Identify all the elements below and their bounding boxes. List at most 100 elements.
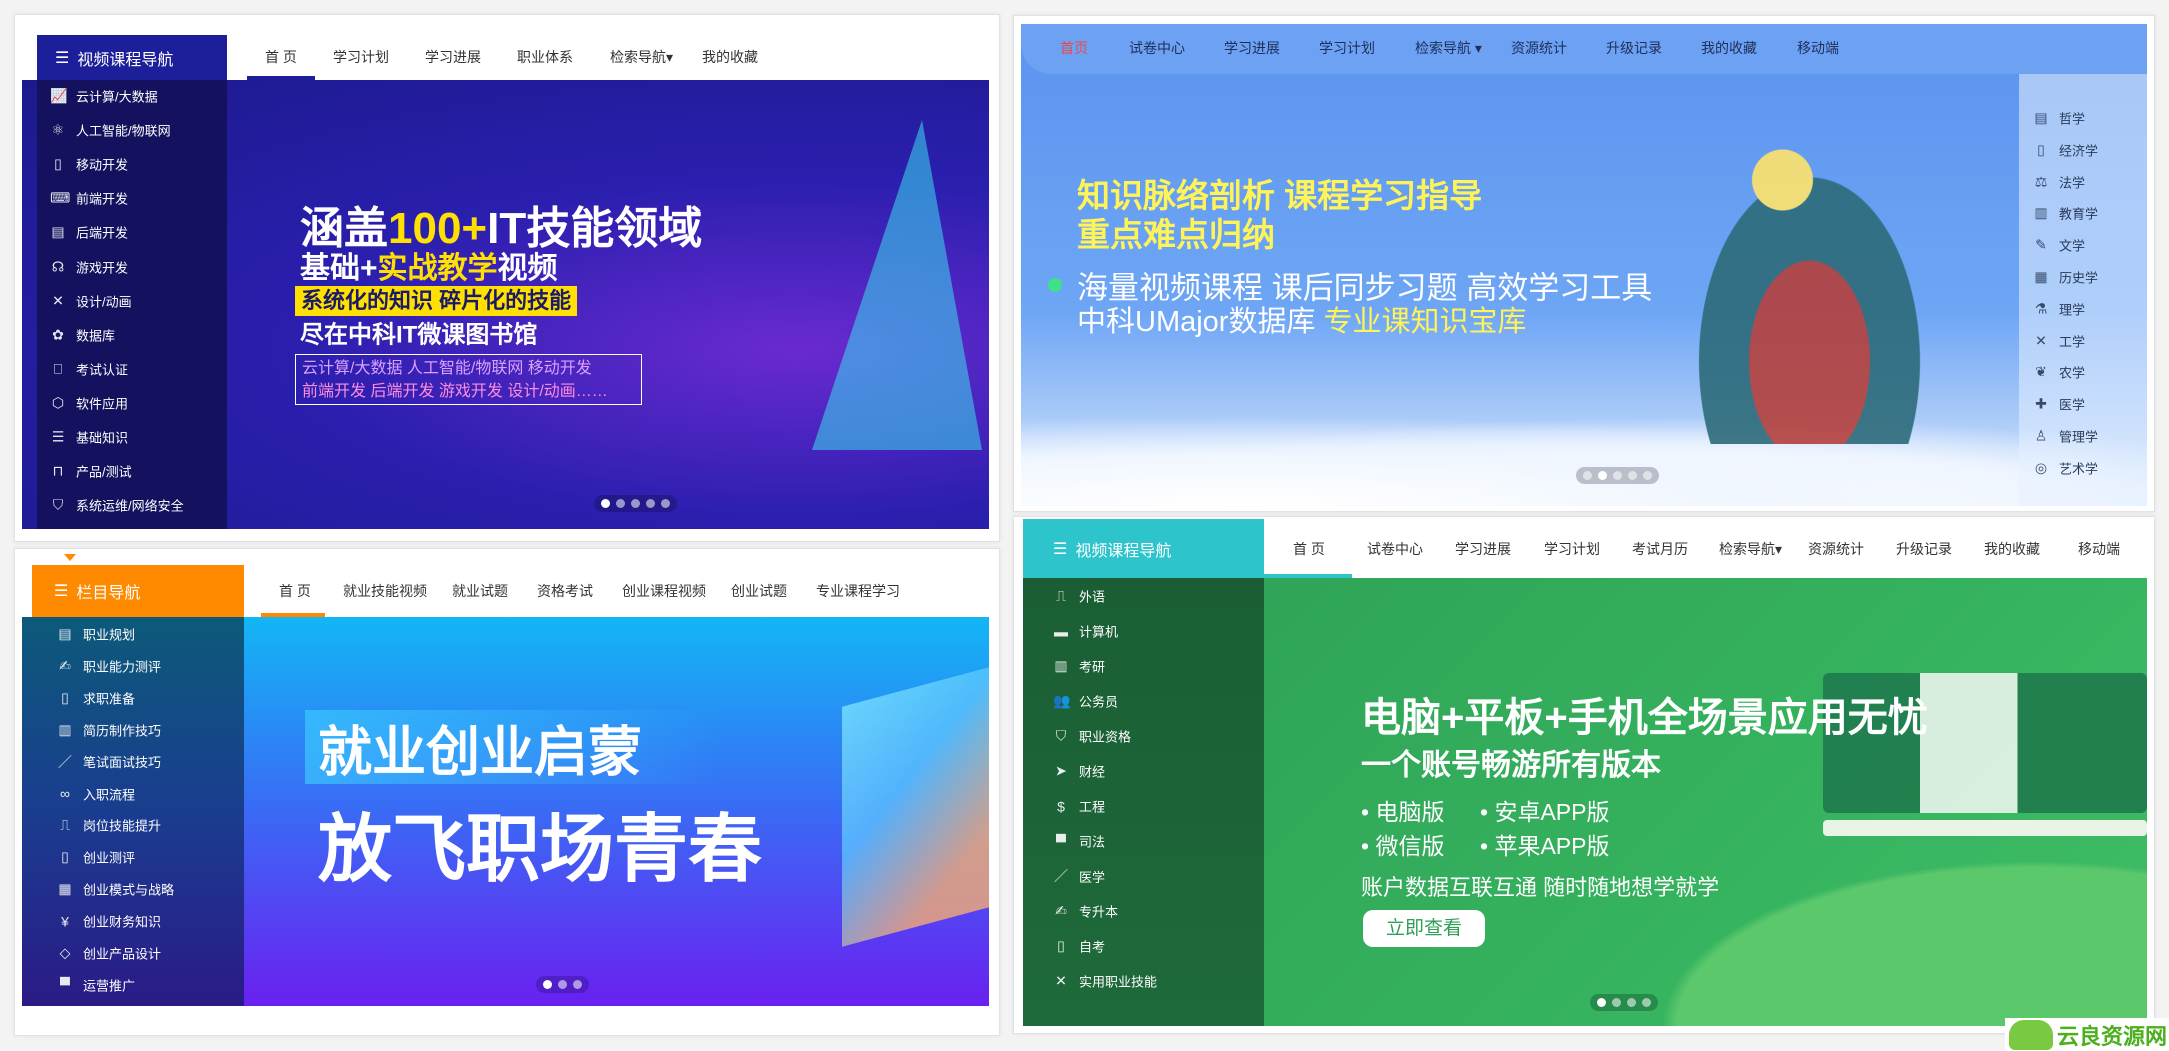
sidebar-item[interactable]: ¥ 创业财务知识	[57, 912, 161, 931]
carousel-dot[interactable]	[1627, 998, 1636, 1007]
sidebar-item[interactable]: ⛉ 系统运维/网络安全	[50, 496, 184, 515]
sidebar-item[interactable]: ✍ 职业能力测评	[57, 656, 161, 675]
sidebar-item[interactable]: ▦ 创业模式与战略	[57, 880, 174, 899]
nav-item[interactable]: 检索导航 ▾	[1415, 38, 1482, 58]
sidebar-item[interactable]: ✎ 文学	[2033, 236, 2085, 255]
sidebar-item[interactable]: ▯ 求职准备	[57, 688, 135, 707]
sidebar-item[interactable]: ⚛ 人工智能/物联网	[50, 121, 171, 140]
sidebar-item[interactable]: ▀ 司法	[1053, 832, 1105, 851]
p4-carousel-dots[interactable]	[1590, 994, 1658, 1011]
sidebar-item[interactable]: ☰ 基础知识	[50, 428, 128, 447]
nav-item[interactable]: 资源统计	[1808, 539, 1864, 559]
carousel-dot[interactable]	[601, 499, 610, 508]
nav-item[interactable]: 创业试题	[731, 581, 787, 601]
sidebar-item[interactable]: ⚖ 法学	[2033, 172, 2085, 191]
carousel-dot[interactable]	[1583, 471, 1592, 480]
nav-item[interactable]: 试卷中心	[1129, 38, 1185, 58]
carousel-dot[interactable]	[1612, 998, 1621, 1007]
nav-item[interactable]: 职业体系	[517, 47, 573, 67]
carousel-dot[interactable]	[1643, 471, 1652, 480]
nav-item[interactable]: 专业课程学习	[816, 581, 900, 601]
sidebar-item[interactable]: 👥 公务员	[1053, 692, 1118, 711]
sidebar-item[interactable]: ▤ 职业规划	[57, 625, 135, 644]
sidebar-item[interactable]: ⊓ 产品/测试	[50, 462, 132, 481]
nav-item[interactable]: 我的收藏	[1984, 539, 2040, 559]
sidebar-item[interactable]: ✕ 实用职业技能	[1053, 972, 1157, 991]
carousel-dot[interactable]	[543, 980, 552, 989]
carousel-dot[interactable]	[616, 499, 625, 508]
nav-item[interactable]: 我的收藏	[702, 47, 758, 67]
nav-item[interactable]: 移动端	[2078, 539, 2120, 559]
nav-item[interactable]: 首 页	[279, 581, 311, 601]
sidebar-item[interactable]: ⛉ 职业资格	[1053, 727, 1131, 746]
sidebar-item[interactable]: ⎍ 岗位技能提升	[57, 816, 161, 835]
nav-item[interactable]: 移动端	[1797, 38, 1839, 58]
carousel-dot[interactable]	[558, 980, 567, 989]
sidebar-item[interactable]: ✍ 专升本	[1053, 902, 1118, 921]
nav-item[interactable]: 就业试题	[452, 581, 508, 601]
sidebar-item[interactable]: ▯ 经济学	[2033, 140, 2098, 159]
sidebar-item[interactable]: ▀ 运营推广	[57, 975, 135, 994]
nav-item[interactable]: 资格考试	[537, 581, 593, 601]
p4-sidebar-header[interactable]: ☰ 视频课程导航	[1023, 519, 1264, 578]
sidebar-item[interactable]: $ 工程	[1053, 797, 1105, 816]
sidebar-item[interactable]: ⚗ 理学	[2033, 299, 2085, 318]
nav-item[interactable]: 我的收藏	[1701, 38, 1757, 58]
p2-carousel-dots[interactable]	[1576, 467, 1659, 484]
sidebar-item[interactable]: ⎍ 外语	[1053, 587, 1105, 606]
sidebar-item[interactable]: ▥ 教育学	[2033, 204, 2098, 223]
carousel-dot[interactable]	[661, 499, 670, 508]
carousel-dot[interactable]	[1628, 471, 1637, 480]
carousel-dot[interactable]	[1613, 471, 1622, 480]
nav-item[interactable]: 学习进展	[1224, 38, 1280, 58]
sidebar-item[interactable]: ✿ 数据库	[50, 325, 115, 344]
nav-item[interactable]: 学习计划	[333, 47, 389, 67]
p1-carousel-dots[interactable]	[594, 495, 677, 512]
view-now-button[interactable]: 立即查看	[1363, 910, 1485, 947]
nav-item[interactable]: 就业技能视频	[343, 581, 427, 601]
nav-item[interactable]: 考试月历	[1632, 539, 1688, 559]
carousel-dot[interactable]	[1642, 998, 1651, 1007]
sidebar-item[interactable]: ▯ 自考	[1053, 937, 1105, 956]
nav-item[interactable]: 创业课程视频	[622, 581, 706, 601]
sidebar-item[interactable]: ➤ 财经	[1053, 762, 1105, 781]
p3-collapse-caret[interactable]	[64, 554, 76, 561]
carousel-dot[interactable]	[1598, 471, 1607, 480]
nav-item[interactable]: 升级记录	[1606, 38, 1662, 58]
sidebar-item[interactable]: ／ 笔试面试技巧	[57, 752, 161, 772]
sidebar-item[interactable]: ⌨ 前端开发	[50, 189, 128, 208]
sidebar-item[interactable]: ❦ 农学	[2033, 363, 2085, 382]
nav-item[interactable]: 升级记录	[1896, 539, 1952, 559]
nav-item[interactable]: 试卷中心	[1367, 539, 1423, 559]
sidebar-item[interactable]: ◇ 创业产品设计	[57, 944, 161, 963]
sidebar-item[interactable]: ♙ 管理学	[2033, 427, 2098, 446]
sidebar-item[interactable]: ▥ 考研	[1053, 657, 1105, 676]
p3-sidebar-header[interactable]: ☰ 栏目导航	[32, 565, 244, 617]
nav-item[interactable]: 检索导航▾	[610, 47, 673, 67]
carousel-dot[interactable]	[573, 980, 582, 989]
sidebar-item[interactable]: ▯ 创业测评	[57, 848, 135, 867]
sidebar-item[interactable]: ▥ 简历制作技巧	[57, 720, 161, 739]
nav-item[interactable]: 首 页	[265, 47, 297, 67]
nav-item[interactable]: 检索导航▾	[1719, 539, 1782, 559]
nav-item[interactable]: 首页	[1060, 38, 1088, 58]
carousel-dot[interactable]	[646, 499, 655, 508]
sidebar-item[interactable]: ∞ 入职流程	[57, 784, 135, 803]
sidebar-item[interactable]: ✚ 医学	[2033, 395, 2085, 414]
sidebar-item[interactable]: ⎕ 考试认证	[50, 359, 128, 378]
nav-item[interactable]: 学习计划	[1544, 539, 1600, 559]
sidebar-item[interactable]: 📈 云计算/大数据	[50, 87, 158, 106]
sidebar-item[interactable]: ◎ 艺术学	[2033, 458, 2098, 477]
sidebar-item[interactable]: ▬ 计算机	[1053, 622, 1118, 641]
sidebar-item[interactable]: ✕ 设计/动画	[50, 291, 132, 310]
nav-item[interactable]: 学习进展	[425, 47, 481, 67]
nav-item[interactable]: 学习进展	[1455, 539, 1511, 559]
sidebar-item[interactable]: ✕ 工学	[2033, 331, 2085, 350]
sidebar-item[interactable]: ☊ 游戏开发	[50, 257, 128, 276]
sidebar-item[interactable]: ⬡ 软件应用	[50, 393, 128, 412]
nav-item[interactable]: 首 页	[1293, 539, 1325, 559]
sidebar-item[interactable]: ▯ 移动开发	[50, 155, 128, 174]
sidebar-item[interactable]: ▦ 历史学	[2033, 268, 2098, 287]
p1-sidebar-header[interactable]: ☰ 视频课程导航	[37, 35, 227, 80]
carousel-dot[interactable]	[1597, 998, 1606, 1007]
